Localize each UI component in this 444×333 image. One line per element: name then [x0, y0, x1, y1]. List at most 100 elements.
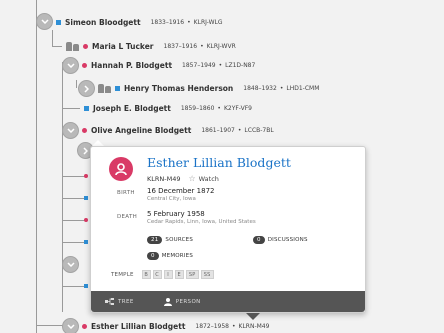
memories-label: MEMORIES [161, 253, 194, 259]
person-years: 1872–1958 [195, 322, 229, 330]
meta-separator: • [217, 104, 221, 112]
tree-line [52, 46, 62, 47]
meta-separator: • [187, 18, 191, 26]
tree-line [36, 0, 37, 333]
tree-node-henry[interactable]: Henry Thomas Henderson 1848–1932 • LHD1-CM… [98, 81, 319, 95]
card-person-id: KLRN-M49 [147, 174, 181, 183]
female-marker [84, 174, 88, 178]
person-view-button[interactable]: PERSON [163, 297, 201, 306]
male-marker [84, 240, 88, 244]
person-meta: 1857–1949 • LZ1D-N87 [182, 62, 255, 69]
card-person-name[interactable]: Esther Lillian Blodgett [147, 155, 291, 170]
tree-icon [105, 298, 114, 305]
card-person-id-row: KLRN-M49 ☆ Watch [147, 174, 219, 183]
person-meta: 1872–1958 • KLRN-M49 [195, 323, 269, 330]
card-pointer [246, 313, 260, 320]
person-years: 1833–1916 [150, 18, 185, 26]
temple-ordinance-ss[interactable]: SS [200, 270, 214, 279]
meta-separator: • [231, 322, 236, 330]
person-meta: 1848–1932 • LHD1-CMM [243, 85, 319, 92]
couple-icon [98, 83, 112, 93]
star-icon: ☆ [188, 174, 196, 183]
female-marker [82, 127, 87, 133]
sources-link[interactable]: 21 SOURCES [147, 236, 193, 244]
discussions-count: 0 [253, 236, 265, 244]
memories-link[interactable]: 0 MEMORIES [147, 252, 193, 260]
collapse-chevron-icon [66, 324, 75, 329]
person-icon [163, 297, 172, 306]
collapse-toggle[interactable] [62, 256, 79, 273]
sources-count: 21 [147, 236, 163, 244]
temple-ordinance-b[interactable]: B [141, 270, 151, 279]
temple-ordinance-c[interactable]: C [152, 270, 162, 279]
person-id: KLRJ-WVR [206, 42, 236, 50]
watch-button[interactable]: ☆ Watch [189, 174, 219, 183]
expand-toggle[interactable] [78, 80, 95, 97]
temple-ordinance-sp[interactable]: SP [185, 270, 199, 279]
birth-label: BIRTH [117, 190, 135, 196]
collapse-chevron-icon [66, 128, 75, 133]
person-meta: 1837–1916 • KLRJ-WVR [164, 43, 236, 50]
collapse-toggle[interactable] [62, 57, 79, 74]
tree-node-joseph[interactable]: Joseph E. Blodgett 1859–1860 • K2YF-VF9 [84, 101, 252, 115]
watch-label: Watch [198, 174, 219, 183]
tree-line [62, 198, 86, 199]
male-marker [115, 85, 120, 91]
meta-separator: • [218, 61, 223, 69]
person-years: 1848–1932 [243, 84, 277, 92]
collapse-toggle[interactable] [36, 13, 53, 30]
tree-line [62, 62, 63, 312]
person-years: 1857–1949 [182, 61, 216, 69]
person-years: 1837–1916 [163, 42, 198, 50]
death-label: DEATH [117, 214, 138, 220]
female-marker [82, 323, 87, 329]
person-id: LZ1D-N87 [225, 61, 256, 69]
female-marker [83, 43, 88, 49]
male-marker [56, 19, 61, 25]
temple-label: TEMPLE [111, 271, 134, 278]
temple-ordinance-e[interactable]: E [174, 270, 184, 279]
memories-count: 0 [147, 252, 159, 260]
death-place: Cedar Rapids, Linn, Iowa, United States [147, 219, 256, 225]
expand-chevron-icon [83, 146, 88, 155]
person-name: Joseph E. Blodgett [93, 103, 171, 113]
female-avatar-icon [109, 157, 133, 181]
tree-line [52, 30, 53, 46]
male-marker [84, 196, 88, 200]
person-name: Olive Angeline Blodgett [91, 125, 192, 135]
tree-node-maria[interactable]: Maria L Tucker 1837–1916 • KLRJ-WVR [66, 39, 236, 53]
tree-view-label: TREE [118, 298, 134, 305]
tree-line [62, 242, 86, 243]
tree-node-esther[interactable]: Esther Lillian Blodgett 1872–1958 • KLRN-M… [82, 319, 269, 333]
person-years: 1861–1907 [201, 126, 235, 134]
person-name: Henry Thomas Henderson [124, 83, 234, 93]
person-id: LCCB-7BL [244, 126, 274, 134]
birth-date: 16 December 1872 [147, 187, 215, 195]
person-years: 1859–1860 [180, 104, 215, 112]
card-footer: TREE PERSON [91, 291, 365, 312]
tree-node-simeon[interactable]: Simeon Bloodgett 1833–1916 • KLRJ-WLG [56, 15, 223, 29]
temple-ordinance-i[interactable]: I [163, 270, 173, 279]
tree-node-hannah[interactable]: Hannah P. Blodgett 1857–1949 • LZ1D-N87 [82, 58, 255, 72]
person-id: KLRJ-WLG [193, 18, 223, 26]
person-name: Esther Lillian Blodgett [91, 321, 186, 331]
person-name: Simeon Bloodgett [65, 17, 141, 27]
tree-line [62, 286, 86, 287]
birth-place: Central City, Iowa [147, 196, 196, 202]
tree-node-olive[interactable]: Olive Angeline Blodgett 1861–1907 • LCCB-7… [82, 123, 274, 137]
tree-view-button[interactable]: TREE [105, 298, 134, 305]
collapse-toggle[interactable] [62, 122, 79, 139]
female-marker [84, 218, 88, 222]
person-id: K2YF-VF9 [223, 104, 252, 112]
male-marker [84, 284, 88, 288]
person-id: LHD1-CMM [286, 84, 320, 92]
collapse-toggle[interactable] [62, 318, 79, 333]
collapse-chevron-icon [66, 63, 75, 68]
tree-line [62, 108, 80, 109]
person-meta: 1859–1860 • K2YF-VF9 [181, 105, 252, 112]
discussions-link[interactable]: 0 DISCUSSIONS [253, 236, 308, 244]
tree-line [76, 80, 77, 88]
person-meta: 1833–1916 • KLRJ-WLG [151, 19, 223, 26]
death-date: 5 February 1958 [147, 210, 205, 218]
male-marker [84, 105, 89, 111]
